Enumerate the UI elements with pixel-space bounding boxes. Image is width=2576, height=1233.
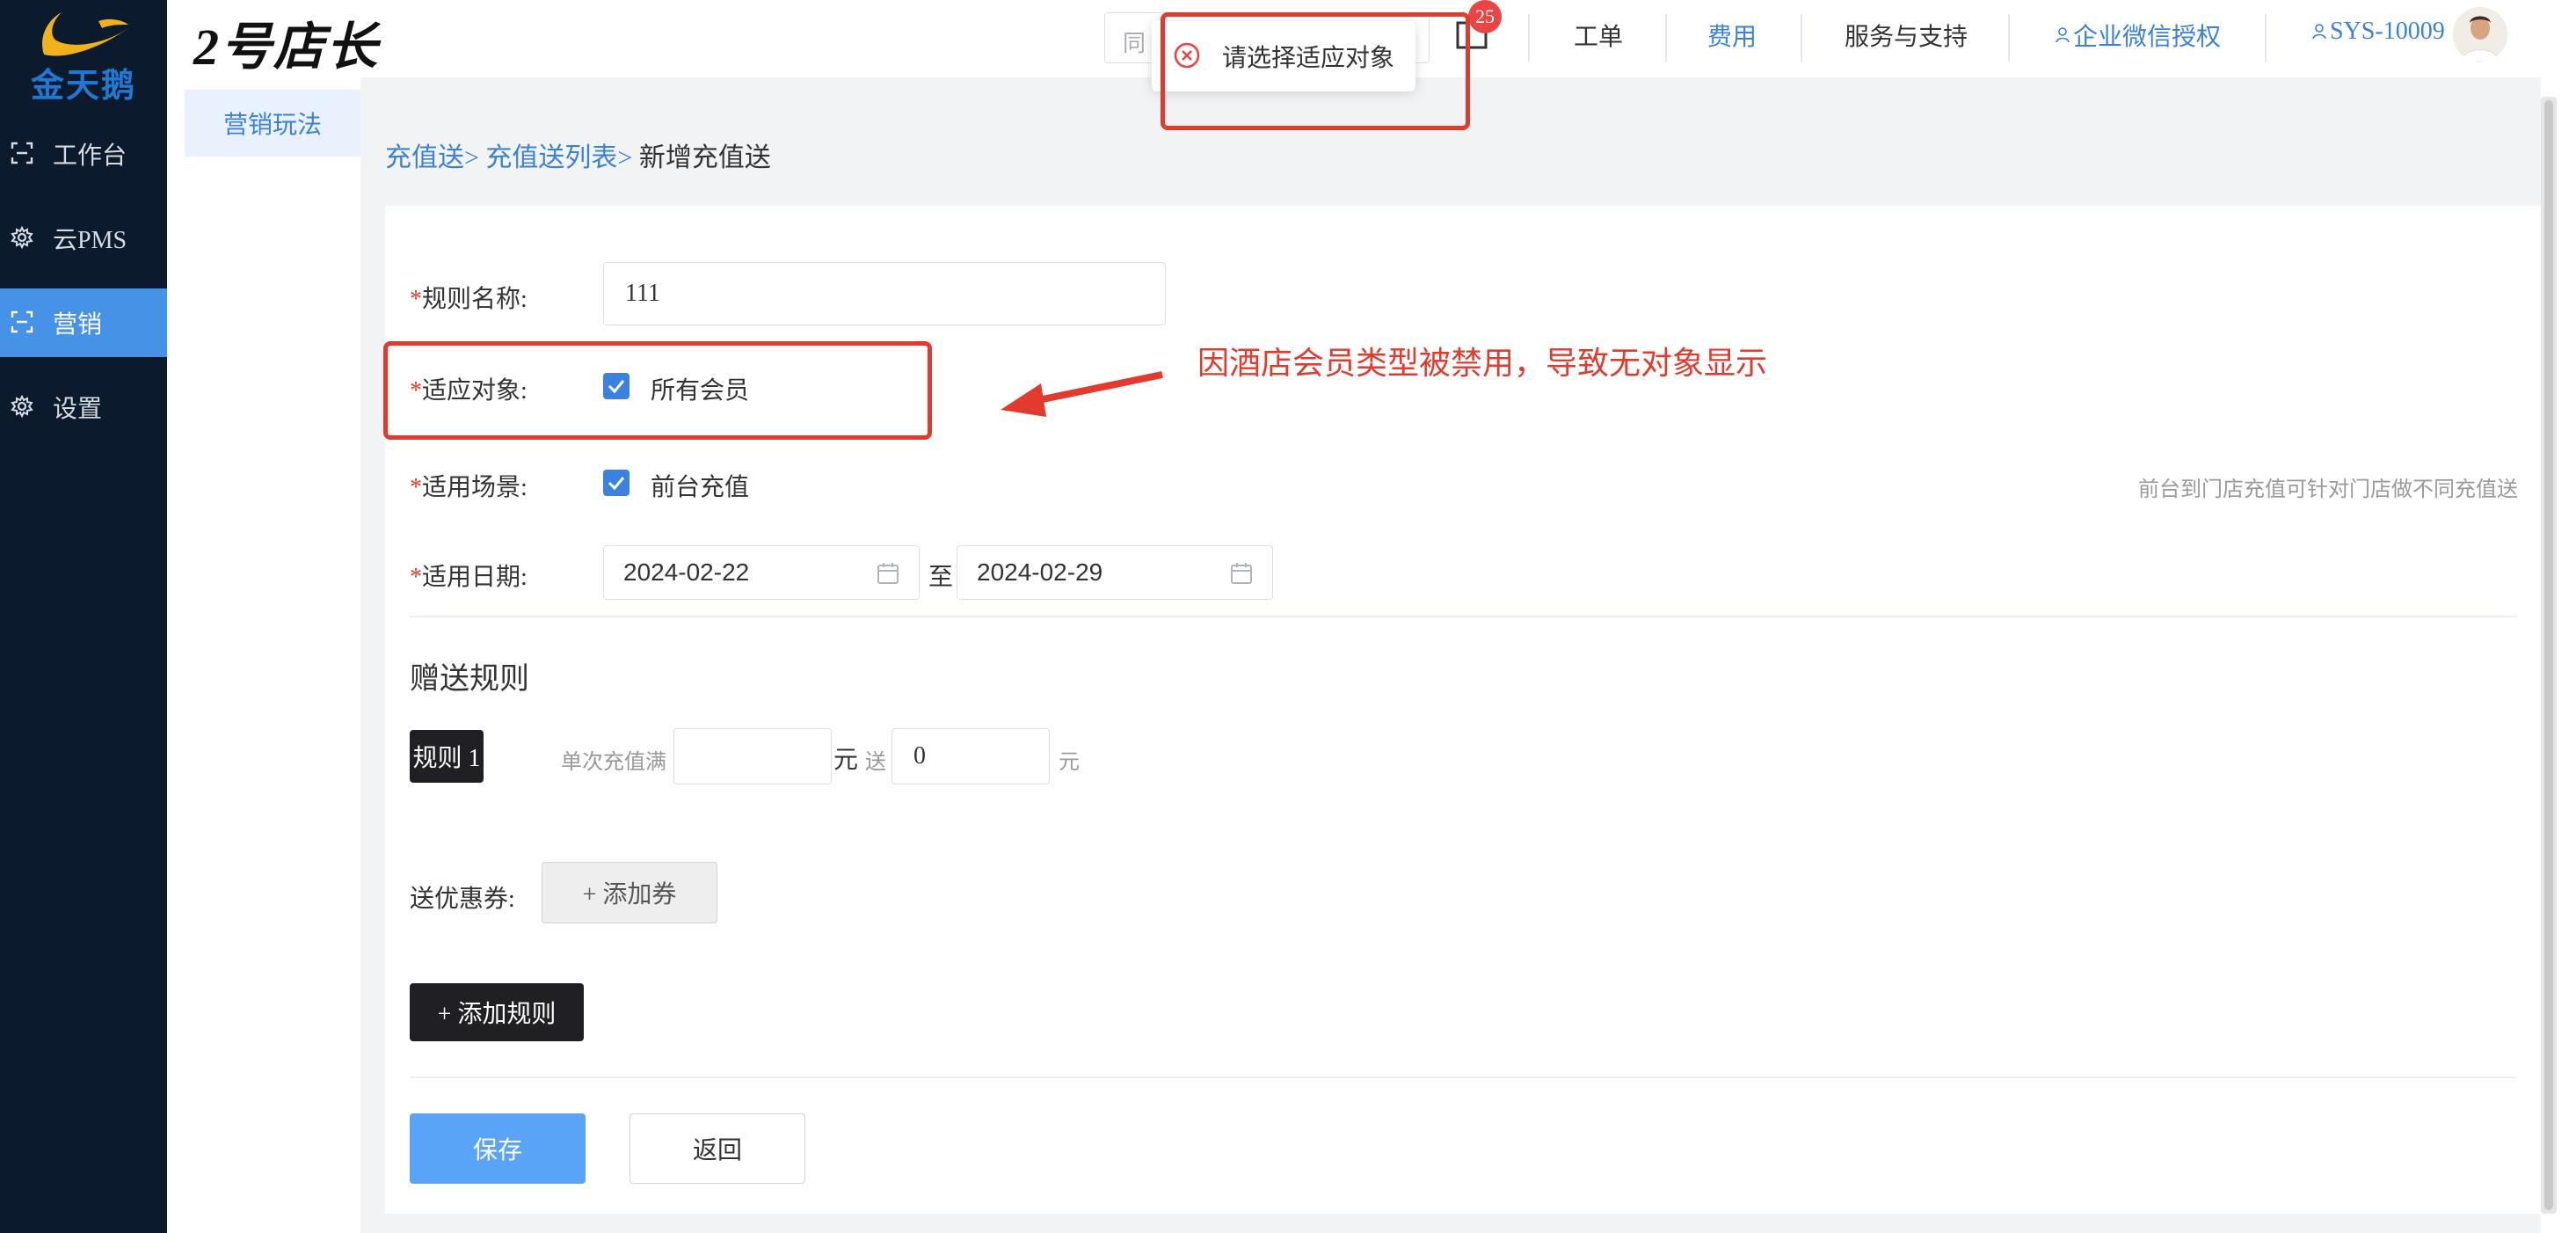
min-recharge-label: 单次充值满 — [561, 751, 666, 774]
rule-name-label-text: 规则名称: — [422, 286, 528, 313]
user-account-link[interactable]: SYS-10009 — [2312, 18, 2445, 46]
sidebar-item-label: 设置 — [53, 396, 103, 423]
sidebar-item-label: 营销 — [53, 311, 103, 339]
avatar[interactable] — [2453, 7, 2507, 62]
sidebar-item-settings[interactable]: 设置 — [0, 373, 167, 441]
user-icon — [2056, 27, 2070, 43]
fee-link[interactable]: 费用 — [1707, 18, 1757, 53]
send-label: 送 — [865, 751, 886, 774]
back-button[interactable]: 返回 — [629, 1113, 805, 1184]
sidebar: 金天鹅 工作台 云PMS 营销 设置 — [0, 0, 167, 1233]
start-date-picker[interactable]: 2024-02-22 — [603, 545, 920, 600]
scene-label-text: 适用场景: — [422, 474, 528, 501]
coupon-label: 送优惠券: — [410, 886, 515, 913]
annotation-highlight-target — [383, 341, 932, 440]
ticket-link[interactable]: 工单 — [1574, 18, 1623, 53]
rule-tag[interactable]: 规则 1 — [410, 730, 484, 783]
user-icon — [2312, 24, 2326, 40]
end-date-picker[interactable]: 2024-02-29 — [957, 545, 1273, 600]
marketing-icon — [11, 310, 35, 335]
swan-logo-icon — [42, 12, 128, 56]
scene-front-desk-checkbox[interactable] — [603, 470, 629, 496]
sidebar-item-pms[interactable]: 云PMS — [0, 204, 167, 273]
breadcrumb-recharge-list[interactable]: 充值送列表> — [485, 143, 632, 172]
breadcrumb-recharge[interactable]: 充值送> — [385, 143, 479, 172]
service-support-link[interactable]: 服务与支持 — [1845, 18, 1968, 53]
gear-icon — [11, 226, 35, 251]
user-account-label: SYS-10009 — [2330, 18, 2445, 45]
add-coupon-button[interactable]: + 添加券 — [542, 862, 717, 923]
header-divider — [2008, 14, 2010, 62]
scene-label: *适用场景: — [410, 468, 528, 503]
sidebar-item-label: 工作台 — [53, 142, 127, 170]
section-divider — [410, 1076, 2516, 1078]
save-button[interactable]: 保存 — [410, 1113, 586, 1184]
annotation-text: 因酒店会员类型被禁用，导致无对象显示 — [1197, 346, 1768, 382]
avatar-image — [2453, 7, 2507, 62]
annotation-highlight-toast — [1161, 12, 1470, 130]
add-rule-button[interactable]: + 添加规则 — [410, 983, 584, 1041]
subnav-item-marketing-play[interactable]: 营销玩法 — [185, 90, 360, 157]
gift-rules-title: 赠送规则 — [410, 663, 529, 696]
scene-front-desk-label[interactable]: 前台充值 — [651, 468, 749, 503]
sub-sidebar: 营销玩法 — [167, 77, 360, 1233]
calendar-icon — [1231, 563, 1252, 584]
annotation-arrow-icon — [1001, 371, 1163, 417]
wechat-auth-label: 企业微信授权 — [2073, 24, 2222, 51]
header-divider — [1528, 14, 1530, 62]
wechat-auth-link[interactable]: 企业微信授权 — [2056, 18, 2221, 53]
breadcrumb-current: 新增充值送 — [638, 143, 771, 172]
end-date-value: 2024-02-29 — [977, 558, 1103, 586]
workbench-icon — [11, 142, 35, 166]
rule-name-label: *规则名称: — [410, 280, 528, 315]
required-mark: * — [410, 286, 422, 313]
sidebar-item-label: 云PMS — [53, 227, 127, 254]
breadcrumb: 充值送> 充值送列表> 新增充值送 — [385, 135, 771, 174]
min-recharge-input[interactable] — [673, 728, 832, 784]
date-separator: 至 — [928, 564, 954, 591]
header-divider — [2265, 14, 2267, 62]
required-mark: * — [410, 474, 422, 501]
sidebar-item-marketing[interactable]: 营销 — [0, 288, 167, 357]
rule-name-input[interactable]: 111 — [603, 262, 1166, 325]
scrollbar-thumb[interactable] — [2544, 100, 2553, 1210]
sidebar-item-workbench[interactable]: 工作台 — [0, 120, 167, 188]
unit-yuan: 元 — [833, 747, 859, 774]
section-divider — [410, 616, 2516, 617]
check-icon — [608, 477, 625, 491]
header-divider — [1665, 14, 1667, 62]
calendar-icon — [877, 563, 899, 584]
date-label-text: 适用日期: — [422, 564, 528, 591]
required-mark: * — [410, 564, 422, 591]
gear-icon — [11, 395, 35, 420]
date-label: *适用日期: — [410, 558, 528, 593]
notification-badge: 25 — [1468, 0, 1502, 33]
header-divider — [1801, 14, 1802, 62]
main-content: 充值送> 充值送列表> 新增充值送 *规则名称: 111 *适应对象: 所有会员… — [360, 77, 2541, 1233]
scene-hint: 前台到门店充值可针对门店做不同充值送 — [2138, 478, 2518, 501]
logo: 金天鹅 — [0, 0, 167, 105]
logo-text: 金天鹅 — [30, 68, 136, 105]
send-amount-input[interactable]: 0 — [891, 728, 1050, 784]
unit-yuan: 元 — [1059, 751, 1080, 774]
start-date-value: 2024-02-22 — [623, 558, 750, 586]
brand-title: 2号店长 — [193, 18, 380, 76]
